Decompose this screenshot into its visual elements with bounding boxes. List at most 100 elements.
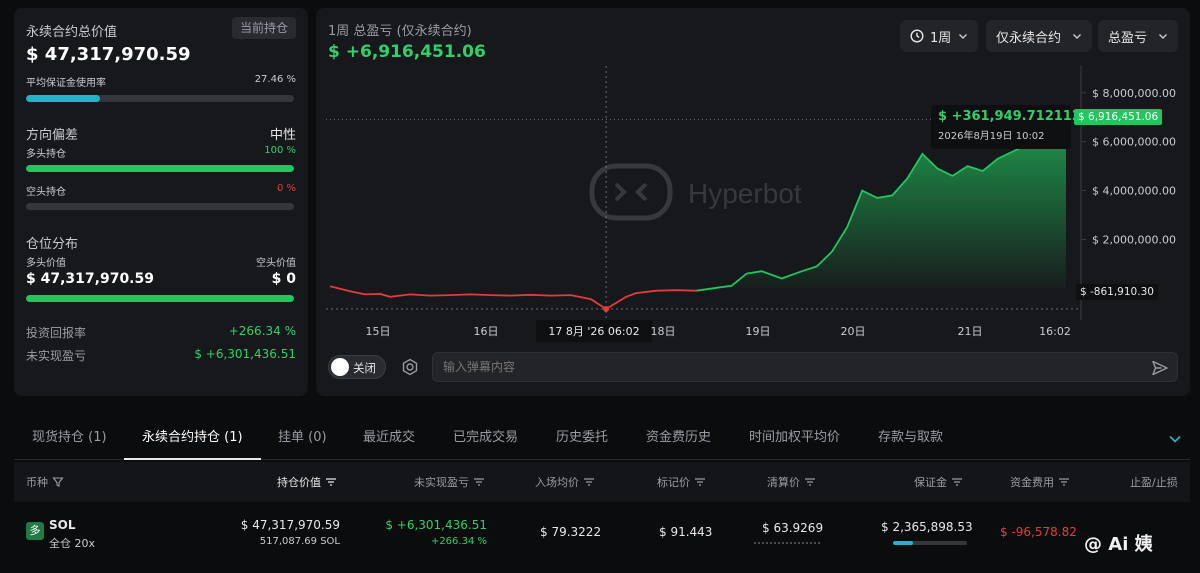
short-position-label: 空头持仓: [26, 187, 66, 198]
short-value-label: 空头价值: [256, 258, 296, 269]
long-position-bar: [26, 165, 294, 172]
distribution-bar: [26, 295, 294, 302]
chart-tooltip: $ +361,949.712112 2026年8月19日 10:02: [931, 105, 1081, 149]
corner-watermark: @ Ai 姨: [1084, 534, 1153, 555]
row-entry-price: $ 79.3222: [540, 525, 602, 539]
short-value: $ 0: [271, 271, 296, 287]
tab-recent-fills[interactable]: 最近成交: [363, 418, 415, 460]
last-value-tag: $ 6,916,451.06: [1074, 109, 1163, 125]
tab-deposits-withdrawals[interactable]: 存款与取款: [878, 418, 943, 460]
row-unrealized-pnl: $ +6,301,436.51: [385, 518, 487, 532]
margin-usage-fill: [26, 95, 100, 102]
y-tick-label: $ 6,000,000.00: [1092, 136, 1176, 149]
sort-icon: [584, 478, 594, 486]
row-margin-fill: [893, 541, 913, 545]
sort-icon: [695, 478, 705, 486]
short-position-pct: 0 %: [276, 183, 296, 194]
sort-icon: [952, 478, 962, 486]
send-icon[interactable]: [1151, 359, 1169, 377]
margin-usage-bar: [26, 95, 294, 102]
row-unrealized-pnl-pct: +266.34 %: [430, 536, 487, 547]
roi-label: 投资回报率: [26, 326, 87, 340]
hyperbot-watermark: Hyperbot: [688, 178, 802, 209]
unrealized-pnl-label: 未实现盈亏: [26, 349, 87, 363]
col-mark-price-label: 标记价: [657, 476, 690, 489]
col-liquidation-price-label: 清算价: [767, 476, 800, 489]
tooltip-value: $ +361,949.712112: [938, 109, 1081, 124]
sort-icon: [1059, 478, 1069, 486]
long-position-pct: 100 %: [264, 145, 296, 156]
pnl-line-negative: [329, 285, 697, 311]
positions-tab-bar: 现货持仓 (1) 永续合约持仓 (1) 挂单 (0) 最近成交 已完成交易 历史…: [14, 418, 1190, 460]
col-funding-fee-label: 资金费用: [1010, 476, 1054, 489]
danmaku-input-box[interactable]: [432, 352, 1178, 382]
col-coin[interactable]: 币种: [26, 474, 64, 490]
row-position-value: $ 47,317,970.59: [240, 518, 340, 532]
col-funding-fee[interactable]: 资金费用: [1010, 474, 1070, 490]
col-entry-price[interactable]: 入场均价: [535, 474, 595, 490]
long-value: $ 47,317,970.59: [26, 271, 154, 287]
x-axis-ticks: 15日 16日 17 8月 '26 06:02 18日 19日 20日 21日 16:02: [366, 320, 1071, 342]
position-distribution-label: 仓位分布: [26, 237, 79, 252]
toggle-knob: [331, 358, 349, 376]
long-value-label: 多头价值: [26, 258, 66, 269]
row-liquidation-price: $ 63.9269: [762, 521, 824, 535]
x-tick-label: 21日: [958, 325, 983, 338]
sort-icon: [326, 478, 336, 486]
y-tick-label: $ 8,000,000.00: [1092, 87, 1176, 100]
current-positions-badge[interactable]: 当前持仓: [231, 17, 296, 39]
settings-icon[interactable]: [400, 357, 420, 377]
row-mark-price: $ 91.443: [659, 525, 713, 539]
tab-perp-positions[interactable]: 永续合约持仓 (1): [124, 418, 261, 460]
col-entry-price-label: 入场均价: [535, 476, 579, 489]
pnl-area-chart[interactable]: Hyperbot $ 8,000,000.00 $ 6,000,000.00 $ 4…: [316, 8, 1190, 348]
col-position-value-label: 持仓价值: [277, 476, 321, 489]
row-coin[interactable]: SOL: [49, 518, 76, 532]
crosshair-dot: [603, 306, 610, 313]
long-position-fill: [26, 165, 294, 172]
hyperbot-logo-icon: [589, 163, 673, 221]
row-position-size: 517,087.69 SOL: [259, 536, 340, 547]
row-margin-mode: 全仓 20x: [49, 537, 96, 550]
tab-completed-trades[interactable]: 已完成交易: [453, 418, 518, 460]
col-unrealized-pnl[interactable]: 未实现盈亏: [414, 474, 485, 490]
filter-icon[interactable]: [52, 476, 64, 488]
x-tick-label: 20日: [841, 325, 866, 338]
sort-icon: [474, 478, 484, 486]
direction-bias-value: 中性: [269, 128, 296, 143]
margin-usage-value: 27.46 %: [254, 74, 296, 85]
tab-order-history[interactable]: 历史委托: [556, 418, 608, 460]
x-tick-label: 16:02: [1039, 325, 1071, 338]
chevron-down-icon[interactable]: [1168, 432, 1182, 446]
row-margin: $ 2,365,898.53: [881, 520, 973, 534]
tab-spot-positions[interactable]: 现货持仓 (1): [32, 418, 107, 460]
col-position-value[interactable]: 持仓价值: [277, 474, 337, 490]
short-position-bar: [26, 203, 294, 210]
col-tp-sl-label: 止盈/止损: [1130, 476, 1178, 489]
roi-value: +266.34 %: [228, 324, 296, 338]
col-tp-sl: 止盈/止损: [1130, 474, 1178, 490]
unrealized-pnl-value: $ +6,301,436.51: [194, 347, 296, 361]
tooltip-date: 2026年8月19日 10:02: [938, 131, 1045, 142]
tab-twap[interactable]: 时间加权平均价: [749, 418, 840, 460]
col-margin-label: 保证金: [914, 476, 947, 489]
long-position-label: 多头持仓: [26, 149, 66, 160]
col-coin-label: 币种: [26, 476, 48, 489]
y-tick-label: $ 2,000,000.00: [1092, 233, 1176, 246]
sort-icon: [805, 478, 815, 486]
col-margin[interactable]: 保证金: [914, 474, 963, 490]
col-unrealized-pnl-label: 未实现盈亏: [414, 476, 469, 489]
tab-open-orders[interactable]: 挂单 (0): [278, 418, 327, 460]
liquidation-dots: [754, 542, 820, 544]
position-summary-panel: 永续合约总价值 当前持仓 $ 47,317,970.59 平均保证金使用率 27…: [14, 8, 308, 396]
col-liquidation-price[interactable]: 清算价: [767, 474, 816, 490]
x-tick-label: 18日: [651, 325, 676, 338]
danmaku-toggle-label: 关闭: [353, 361, 376, 375]
danmaku-input[interactable]: [443, 358, 1133, 376]
danmaku-toggle[interactable]: 关闭: [328, 355, 386, 379]
tab-funding-history[interactable]: 资金费历史: [646, 418, 711, 460]
pnl-chart-panel: 1周 总盈亏 (仅永续合约) $ +6,916,451.06 1周 仅永续合约 …: [316, 8, 1190, 396]
x-tick-label: 16日: [474, 325, 499, 338]
x-tick-label: 19日: [746, 325, 771, 338]
col-mark-price[interactable]: 标记价: [657, 474, 706, 490]
